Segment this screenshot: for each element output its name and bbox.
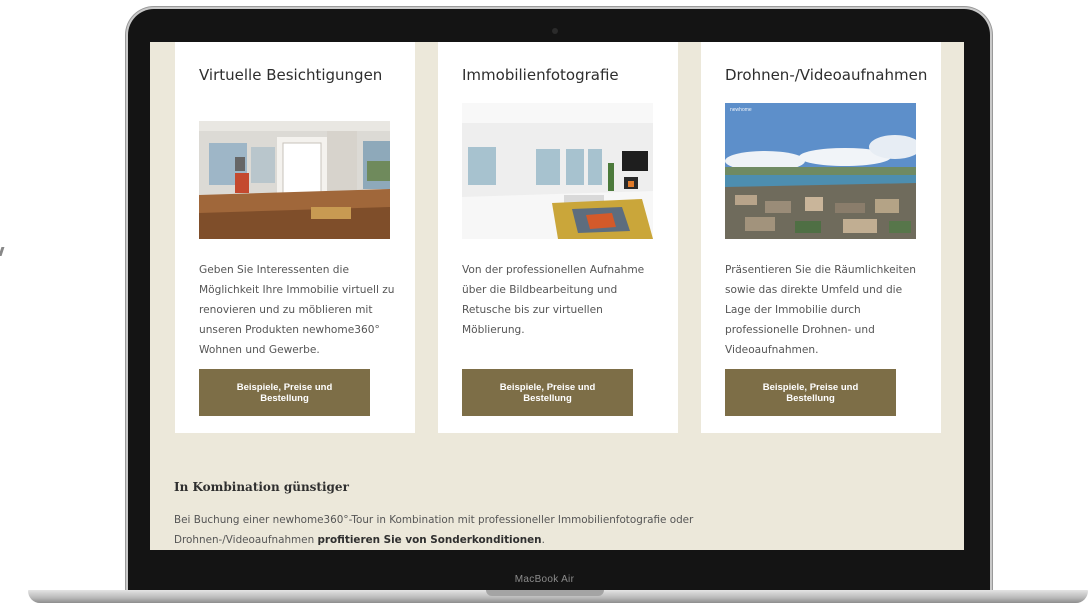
combo-text-end: . <box>541 534 545 546</box>
laptop-notch <box>486 590 604 596</box>
card-title: Immobilienfotografie <box>462 66 619 84</box>
examples-prices-order-button[interactable]: Beispiele, Preise und Bestellung <box>199 369 370 416</box>
aerial-city-lake-photo: newhome <box>725 103 916 239</box>
device-label: MacBook Air <box>514 574 575 585</box>
stray-mark <box>0 247 5 256</box>
examples-prices-order-button[interactable]: Beispiele, Preise und Bestellung <box>725 369 896 416</box>
card-description: Geben Sie Interessenten die Möglichkeit … <box>199 264 395 356</box>
living-room-photo <box>462 103 653 239</box>
camera-icon <box>552 28 558 34</box>
screen: Virtuelle Besichtigungen newhome Geben S… <box>150 42 964 550</box>
card-title: Drohnen-/Videoaufnahmen <box>725 66 928 84</box>
card-description: Von der professionellen Aufnahme über di… <box>462 264 645 336</box>
combo-text-highlight: profitieren Sie von Sonderkonditionen <box>317 534 542 546</box>
combo-heading: In Kombination günstiger <box>174 480 349 494</box>
newhome-logo: newhome <box>204 107 226 113</box>
interior-room-photo: newhome <box>199 103 390 239</box>
newhome-logo: newhome <box>730 107 752 113</box>
card-drone-video: Drohnen-/Videoaufnahmen newhome Präsenti… <box>701 42 941 433</box>
card-virtual-tours: Virtuelle Besichtigungen newhome Geben S… <box>175 42 415 433</box>
card-photography: Immobilienfotografie Von der professione… <box>438 42 678 433</box>
card-title: Virtuelle Besichtigungen <box>199 66 383 84</box>
combo-description: Bei Buchung einer newhome360°-Tour in Ko… <box>174 510 774 550</box>
examples-prices-order-button[interactable]: Beispiele, Preise und Bestellung <box>462 369 633 416</box>
card-description: Präsentieren Sie die Räumlichkeiten sowi… <box>725 264 916 356</box>
